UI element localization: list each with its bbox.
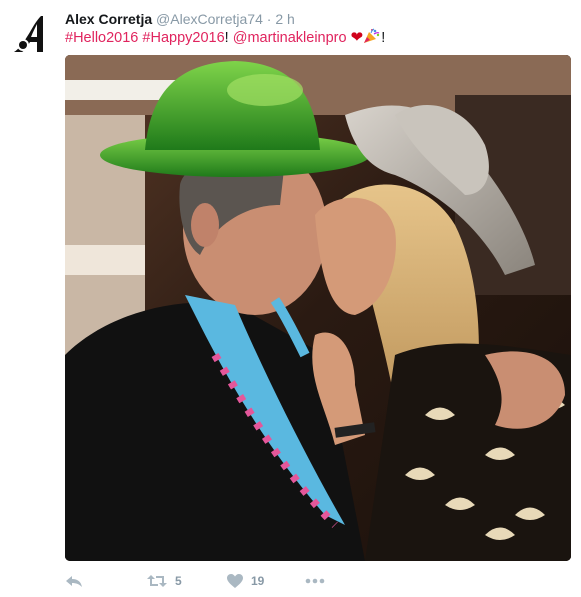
- exclamation-text: !: [224, 30, 229, 46]
- heart-emoji-icon: ❤: [350, 29, 364, 46]
- retweet-count: 5: [175, 574, 182, 588]
- hashtag-happy2016[interactable]: #Happy2016: [142, 30, 224, 46]
- photo-couple-kissing-in-party-hats: [65, 55, 571, 561]
- more-dots-icon: [305, 578, 325, 584]
- tweet-header: Alex Corretja @AlexCorretja74 · 2 h: [65, 10, 295, 28]
- like-button[interactable]: 19: [227, 570, 264, 592]
- like-count: 19: [251, 574, 265, 588]
- tweet-actions: 5 19: [65, 570, 365, 592]
- reply-button[interactable]: [65, 570, 83, 592]
- separator-dot: ·: [266, 11, 272, 27]
- hashtag-hello2016[interactable]: #Hello2016: [65, 30, 138, 46]
- exclamation-end: !: [381, 30, 386, 46]
- tweet-photo[interactable]: [65, 55, 571, 561]
- tweet-text: #Hello2016 #Happy2016! @martinakleinpro …: [65, 28, 385, 47]
- tweet-timestamp[interactable]: 2 h: [275, 11, 294, 27]
- letter-a-logo-icon: [14, 16, 43, 52]
- heart-icon: [227, 573, 243, 588]
- party-popper-icon: [364, 28, 380, 43]
- mention-martinakleinpro[interactable]: @martinakleinpro: [233, 30, 347, 46]
- tweet: Alex Corretja @AlexCorretja74 · 2 h #Hel…: [0, 0, 581, 597]
- avatar[interactable]: [10, 12, 54, 56]
- retweet-icon: [147, 575, 167, 587]
- author-handle[interactable]: @AlexCorretja74: [156, 11, 263, 27]
- retweet-button[interactable]: 5: [147, 570, 182, 592]
- reply-icon: [66, 576, 82, 587]
- author-name[interactable]: Alex Corretja: [65, 11, 152, 27]
- more-button[interactable]: [305, 570, 325, 592]
